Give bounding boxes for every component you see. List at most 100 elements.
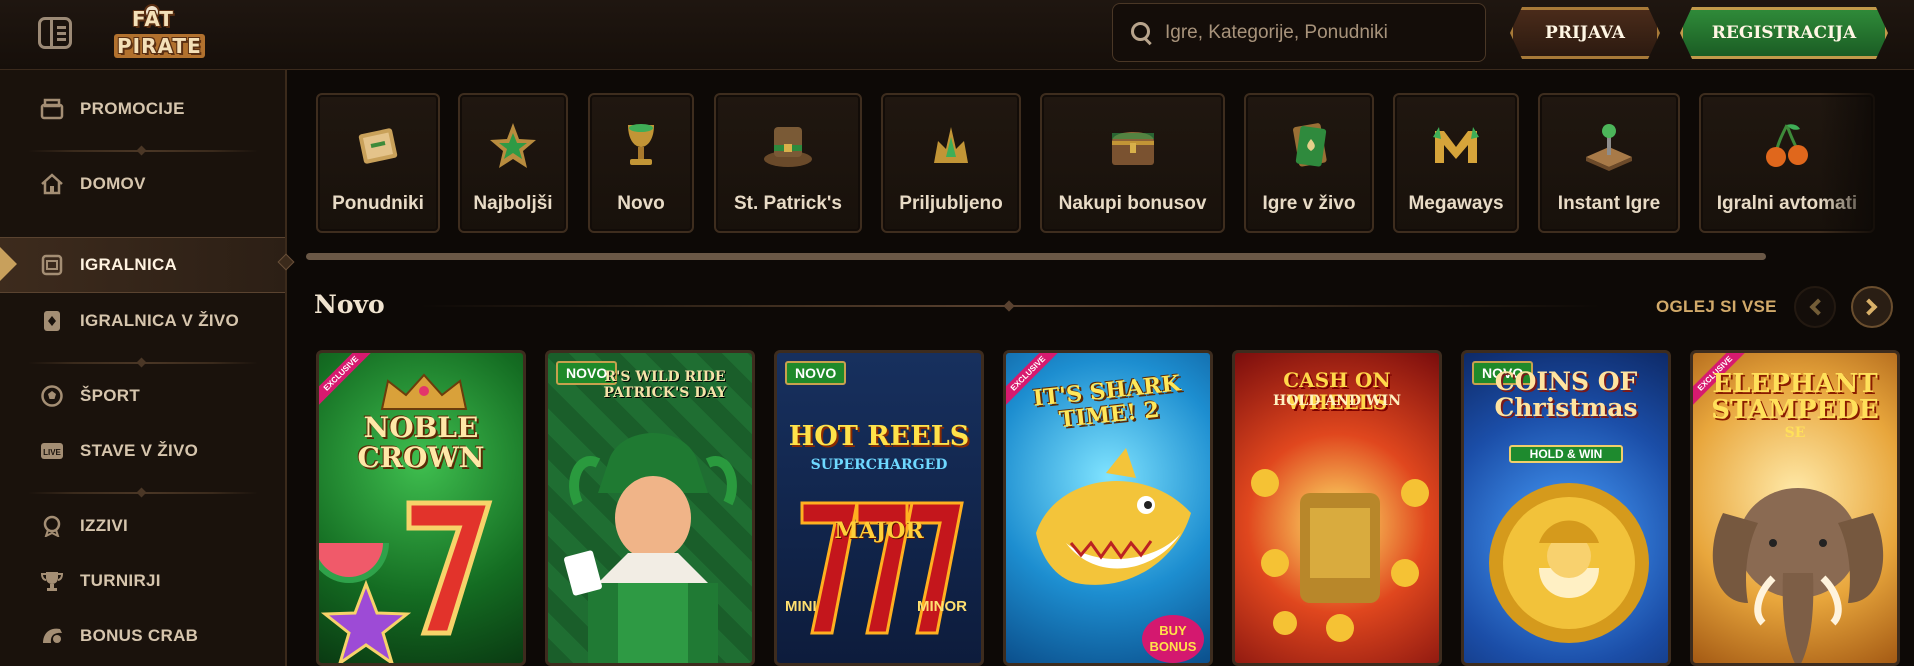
new-badge: NOVO <box>785 361 847 385</box>
register-button[interactable]: REGISTRACIJA <box>1680 7 1888 59</box>
elephant-image <box>1712 488 1884 663</box>
sidebar-item-tournaments[interactable]: TURNIRJI <box>0 555 285 607</box>
category-favorites[interactable]: Priljubljeno <box>881 93 1021 233</box>
category-strip: Ponudniki Najboljši Novo St. Patrick's P… <box>312 90 1875 238</box>
scroll-icon <box>358 128 398 164</box>
megaways-m-icon <box>1433 127 1479 163</box>
game-card[interactable]: NOVO R'S WILD RIDE PATRICK'S DAY <box>545 350 755 666</box>
sidebar-item-label: PROMOCIJE <box>80 99 185 118</box>
section-title: Novo <box>314 290 385 319</box>
sidebar-toggle-icon[interactable] <box>38 17 72 49</box>
game-title: HOT REELS <box>788 421 970 452</box>
seven-symbol-icon <box>406 500 493 636</box>
golden-car-coins-image <box>1251 469 1429 642</box>
category-label: Igre v živo <box>1262 193 1356 214</box>
carousel-prev-button[interactable] <box>1794 286 1836 328</box>
category-label: Megaways <box>1408 193 1504 214</box>
category-bonus-buys[interactable]: Nakupi bonusov <box>1040 93 1225 233</box>
game-card[interactable]: EXCLUSIVE ELEPHANT STAMPEDE SE <box>1690 350 1900 666</box>
chevron-right-icon <box>1860 298 1878 316</box>
sidebar-item-label: ŠPORT <box>80 386 141 405</box>
sidebar-divider <box>28 150 258 152</box>
game-title: COINS OF Christmas <box>1494 367 1638 422</box>
category-st-patricks[interactable]: St. Patrick's <box>714 93 862 233</box>
jackpot-mini-label: MINI <box>785 598 817 615</box>
jackpot-minor-label: MINOR <box>917 598 967 615</box>
search-input[interactable] <box>1165 21 1475 44</box>
category-providers[interactable]: Ponudniki <box>316 93 440 233</box>
sidebar-item-live-bets[interactable]: LIVE STAVE V ŽIVO <box>0 425 285 477</box>
promotions-icon <box>40 98 64 120</box>
sidebar-item-casino[interactable]: IGRALNICA <box>0 237 295 293</box>
trophy-icon <box>40 572 64 591</box>
active-indicator <box>0 247 17 281</box>
category-label: Najboljši <box>473 193 553 214</box>
register-button-label: REGISTRACIJA <box>1711 23 1857 43</box>
section-divider <box>420 305 1600 307</box>
category-best[interactable]: Najboljši <box>458 93 568 233</box>
search-bar[interactable] <box>1112 3 1486 62</box>
card-icon <box>1293 123 1327 167</box>
top-header: FAT PIRATE PRIJAVA REGISTRACIJA <box>0 0 1914 70</box>
sidebar-item-live-casino[interactable]: IGRALNICA V ŽIVO <box>0 295 285 347</box>
sidebar-item-home[interactable]: DOMOV <box>0 158 285 210</box>
category-instant-games[interactable]: Instant Igre <box>1538 93 1680 233</box>
challenges-icon <box>43 515 61 537</box>
crystal-crown-icon <box>934 127 968 163</box>
strip-fade <box>1820 90 1914 240</box>
fat-pirate-logo[interactable]: FAT PIRATE <box>112 4 210 62</box>
game-title: ELEPHANT STAMPEDE <box>1711 369 1879 425</box>
soccer-ball-icon <box>41 385 63 407</box>
crown-icon <box>380 373 468 410</box>
chevron-left-icon <box>1809 298 1827 316</box>
game-card[interactable]: EXCLUSIVE NOBLE CROWN <box>316 350 526 666</box>
category-new[interactable]: Novo <box>588 93 694 233</box>
game-card[interactable]: NOVO COINS OF Christmas HOLD & WIN <box>1461 350 1671 666</box>
star-symbol-icon <box>321 579 411 663</box>
buy-bonus-badge: BUY BONUS <box>1142 615 1204 663</box>
triple-seven-icon <box>800 501 964 635</box>
santa-coin-image <box>1489 483 1649 643</box>
game-title: R'S WILD RIDE PATRICK'S DAY <box>603 369 727 401</box>
watermelon-icon <box>319 543 389 583</box>
sidebar-item-label: STAVE V ŽIVO <box>80 441 199 460</box>
game-subtitle: HOLD & WIN <box>1509 445 1623 463</box>
category-label: Ponudniki <box>332 193 424 214</box>
home-icon <box>41 173 63 195</box>
sidebar-divider <box>28 362 258 364</box>
sidebar-item-promotions[interactable]: PROMOCIJE <box>0 83 285 135</box>
sidebar-item-sport[interactable]: ŠPORT <box>0 370 285 422</box>
game-title: IT'S SHARK TIME! 2 <box>1031 370 1182 434</box>
sidebar-item-challenges[interactable]: IZZIVI <box>0 500 285 552</box>
game-card[interactable]: CASH ON WHEELS HOLD AND WIN <box>1232 350 1442 666</box>
category-label: Novo <box>617 193 665 214</box>
category-label: St. Patrick's <box>733 193 843 214</box>
jackpot-major-label: MAJOR <box>834 518 924 544</box>
game-title: NOBLE CROWN <box>357 411 485 474</box>
game-card[interactable]: EXCLUSIVE IT'S SHARK TIME! 2 BUY BONUS <box>1003 350 1213 666</box>
category-live-games[interactable]: Igre v živo <box>1244 93 1374 233</box>
sidebar: PROMOCIJE DOMOV IGRALNICA IGRALNICA V ŽI… <box>0 70 295 666</box>
sidebar-divider <box>28 492 258 494</box>
category-scrollbar[interactable] <box>306 253 1766 260</box>
login-button[interactable]: PRIJAVA <box>1510 7 1660 59</box>
svg-text:LIVE: LIVE <box>43 448 61 457</box>
casino-icon <box>41 254 63 276</box>
treasure-chest-icon <box>1111 132 1154 165</box>
category-label: Priljubljeno <box>899 193 1003 214</box>
jester-character-image <box>564 433 737 663</box>
sidebar-item-bonus-crab[interactable]: BONUS CRAB <box>0 610 285 662</box>
see-all-link[interactable]: OGLEJ SI VSE <box>1656 297 1777 317</box>
game-subtitle: SUPERCHARGED <box>810 457 948 473</box>
goblet-icon <box>628 124 654 165</box>
carousel-next-button[interactable] <box>1851 286 1893 328</box>
leprechaun-hat-icon <box>764 127 812 167</box>
search-icon <box>1131 21 1153 44</box>
category-megaways[interactable]: Megaways <box>1393 93 1519 233</box>
sidebar-item-label: IGRALNICA <box>80 255 178 274</box>
category-label: Nakupi bonusov <box>1058 193 1207 214</box>
collapse-handle-icon[interactable] <box>277 253 295 271</box>
game-card[interactable]: NOVO HOT REELS SUPERCHARGED MAJOR MINI M… <box>774 350 984 666</box>
cherries-icon <box>1766 124 1808 167</box>
exclusive-ribbon: EXCLUSIVE <box>319 353 381 414</box>
